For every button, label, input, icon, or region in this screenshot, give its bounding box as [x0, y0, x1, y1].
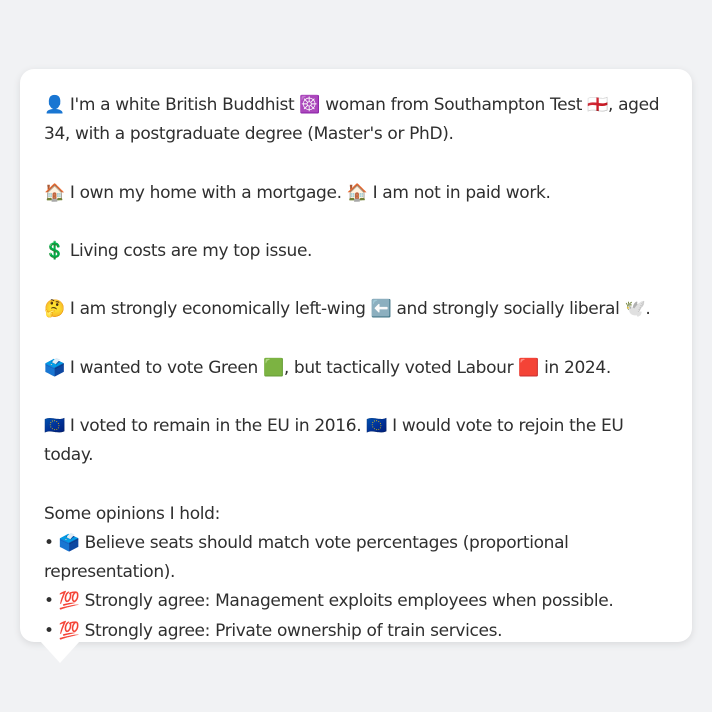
opinion-item: • 💯 Strongly agree: Management exploits … — [44, 591, 614, 612]
profile-housing: 🏠 I own my home with a mortgage. 🏠 I am … — [44, 182, 551, 203]
opinions-heading: Some opinions I hold: — [44, 503, 220, 524]
profile-ideology: 🤔 I am strongly economically left-wing ⬅… — [44, 299, 651, 320]
bubble-tail — [40, 641, 80, 663]
opinion-item: • 💯 Strongly agree: Private ownership of… — [44, 620, 503, 641]
profile-identity: 👤 I'm a white British Buddhist ☸️ woman … — [44, 95, 660, 145]
message-bubble: 👤 I'm a white British Buddhist ☸️ woman … — [20, 69, 692, 642]
profile-top-issue: 💲 Living costs are my top issue. — [44, 240, 313, 261]
opinion-item: • 🗳️ Believe seats should match vote per… — [44, 532, 569, 583]
profile-eu-stance: 🇪🇺 I voted to remain in the EU in 2016. … — [44, 416, 624, 466]
profile-vote-2024: 🗳️ I wanted to vote Green 🟩, but tactica… — [44, 357, 611, 378]
